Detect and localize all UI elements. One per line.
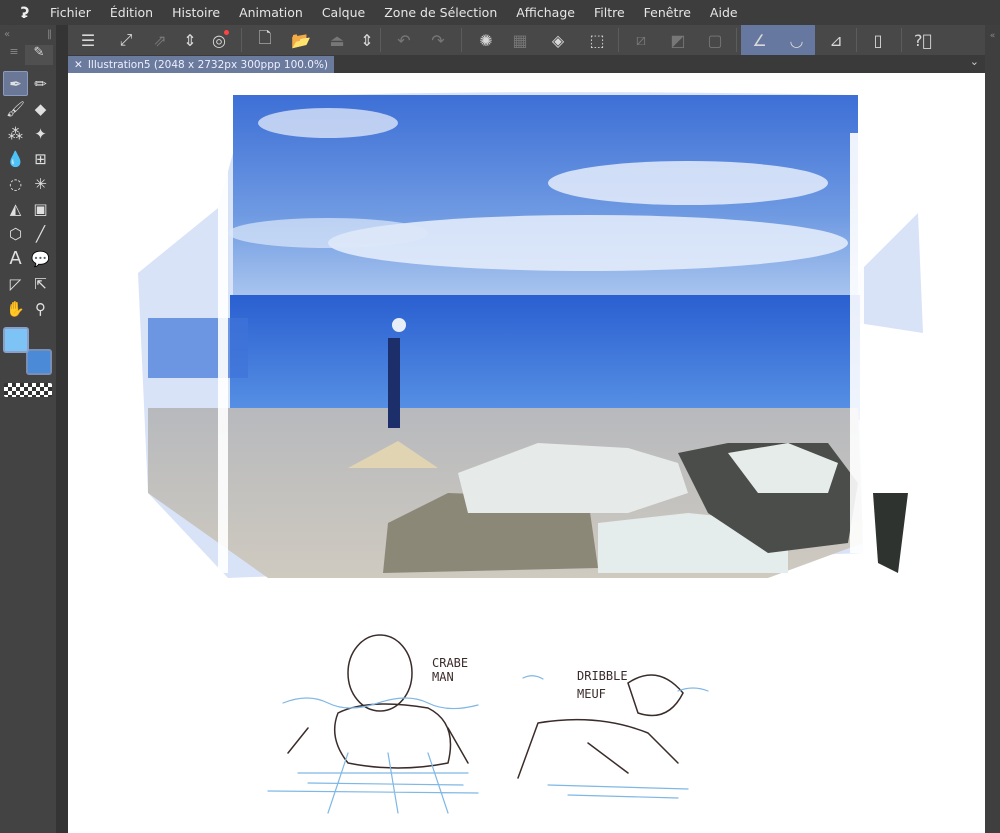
up-down-icon[interactable]: ⇕	[176, 28, 204, 52]
pencil-tool-icon[interactable]: ✏	[28, 71, 53, 96]
undo-icon[interactable]: ↶	[390, 28, 418, 52]
fill-icon[interactable]: ◈	[544, 28, 572, 52]
pen-tool-icon[interactable]: ✒	[3, 71, 28, 96]
sketch-label-man: MAN	[432, 670, 454, 684]
menu-filtre[interactable]: Filtre	[594, 5, 625, 20]
color-swatches	[0, 325, 56, 381]
export-icon[interactable]: ⇗	[146, 28, 174, 52]
menu-fenetre[interactable]: Fenêtre	[644, 5, 691, 20]
lasso-tool-icon[interactable]: ◌	[3, 171, 28, 196]
menu-edition[interactable]: Édition	[110, 5, 153, 20]
mesh-tool-icon[interactable]: ⊞	[28, 146, 53, 171]
drawing-canvas[interactable]: CRABE MAN DRIBBLE MEUF	[68, 73, 985, 833]
new-file-icon[interactable]: 🗋	[251, 28, 279, 52]
menu-icon[interactable]: ☰	[74, 28, 102, 52]
sketch-label-dribble: DRIBBLE	[577, 669, 628, 683]
loading-icon[interactable]: ✺	[472, 28, 500, 52]
transform-icon[interactable]: ▦	[506, 28, 534, 52]
text-tool-icon[interactable]: A	[3, 246, 28, 271]
3d-object-tool-icon[interactable]: ⬡	[3, 221, 28, 246]
sketch-label-crabe: CRABE	[432, 656, 469, 670]
sparkle-tool-icon[interactable]: ✦	[28, 121, 53, 146]
menu-fichier[interactable]: Fichier	[50, 5, 91, 20]
save-icon[interactable]: ⏏	[323, 28, 351, 52]
operation-tool-icon[interactable]: ⇱	[28, 271, 53, 296]
tab-title: Illustration5 (2048 x 2732px 300ppp 100.…	[87, 58, 329, 71]
line-tool-icon[interactable]: ╱	[28, 221, 53, 246]
magic-wand-tool-icon[interactable]: ✳	[28, 171, 53, 196]
tool-panel: « ‖ ≡ ✎ ✒ ✏ 🖌 ◆ ⁂ ✦ 💧 ⊞ ◌ ✳ ◭ ▣ ⬡ ╱ A 💬 ◸…	[0, 25, 56, 833]
smartphone-icon[interactable]: ▯	[864, 28, 892, 52]
clear-selection-icon[interactable]: ⧄	[627, 28, 655, 52]
selection-resize-icon[interactable]: ⬚	[583, 28, 611, 52]
tool-tab-pen-icon[interactable]: ✎	[25, 45, 53, 65]
right-panel-collapse-icon[interactable]: «	[985, 25, 1000, 833]
sketches	[267, 634, 709, 814]
tool-grid: ✒ ✏ 🖌 ◆ ⁂ ✦ 💧 ⊞ ◌ ✳ ◭ ▣ ⬡ ╱ A 💬 ◸ ⇱ ✋ ⚲	[0, 71, 56, 321]
border-icon[interactable]: ▢	[701, 28, 729, 52]
ruler-snap-icon[interactable]: ∠	[741, 25, 778, 55]
menu-animation[interactable]: Animation	[239, 5, 303, 20]
hand-tool-icon[interactable]: ✋	[3, 296, 28, 321]
menu-histoire[interactable]: Histoire	[172, 5, 220, 20]
up-down-icon-2[interactable]: ⇕	[353, 28, 381, 52]
special-ruler-snap-icon[interactable]: ◡	[778, 25, 815, 55]
balloon-tool-icon[interactable]: 💬	[28, 246, 53, 271]
menu-bar: ʡ Fichier Édition Histoire Animation Cal…	[0, 0, 1000, 25]
gradient-tool-icon[interactable]: ▣	[28, 196, 53, 221]
invert-selection-icon[interactable]: ◩	[664, 28, 692, 52]
clip-studio-icon[interactable]: ◎	[205, 28, 233, 52]
eyedropper-tool-icon[interactable]: ⚲	[28, 296, 53, 321]
grid-snap-icon[interactable]: ⊿	[822, 28, 850, 52]
menu-calque[interactable]: Calque	[322, 5, 365, 20]
background-color[interactable]	[26, 349, 52, 375]
chevron-down-icon[interactable]: ⌄	[970, 55, 979, 68]
brush-tool-icon[interactable]: 🖌	[3, 96, 28, 121]
menu-zone-selection[interactable]: Zone de Sélection	[384, 5, 497, 20]
command-bar: ☰ ⤢ ⇗ ⇕ ◎ 🗋 📂 ⏏ ⇕ ↶ ↷ ✺ ▦ ◈ ⬚ ⧄ ◩ ▢ ∠ ◡ …	[68, 25, 985, 55]
close-icon[interactable]: ✕	[74, 59, 83, 71]
panel-grip-icon[interactable]: ‖	[47, 29, 52, 41]
menu-aide[interactable]: Aide	[710, 5, 738, 20]
clip-studio-logo-icon[interactable]: ʡ	[0, 4, 50, 22]
help-icon[interactable]: ?⃝	[909, 28, 937, 52]
eraser-tool-icon[interactable]: ◆	[28, 96, 53, 121]
panel-menu-icon[interactable]: ≡	[3, 45, 25, 65]
open-folder-icon[interactable]: 📂	[287, 28, 315, 52]
collapse-icon[interactable]: «	[4, 29, 10, 41]
airbrush-tool-icon[interactable]: ⁂	[3, 121, 28, 146]
tab-bar: ✕ Illustration5 (2048 x 2732px 300ppp 10…	[68, 55, 985, 73]
blend-tool-icon[interactable]: 💧	[3, 146, 28, 171]
foreground-color[interactable]	[3, 327, 29, 353]
tab-illustration5[interactable]: ✕ Illustration5 (2048 x 2732px 300ppp 10…	[68, 56, 335, 73]
redo-icon[interactable]: ↷	[424, 28, 452, 52]
fill-tool-icon[interactable]: ◭	[3, 196, 28, 221]
fullscreen-icon[interactable]: ⤢	[112, 28, 140, 52]
ruler-tool-icon[interactable]: ◸	[3, 271, 28, 296]
transparent-color[interactable]	[4, 383, 52, 397]
sketch-label-meuf: MEUF	[577, 687, 606, 701]
menu-affichage[interactable]: Affichage	[516, 5, 575, 20]
